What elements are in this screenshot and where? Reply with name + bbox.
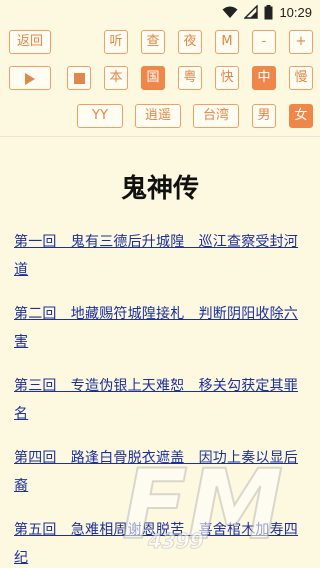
speed-fast-button[interactable]: 快: [215, 66, 239, 90]
voice-taiwan-button[interactable]: 台湾: [193, 104, 239, 128]
speed-medium-button[interactable]: 中: [252, 66, 276, 90]
voice-female-button[interactable]: 女: [289, 104, 313, 128]
stop-icon: [73, 73, 85, 84]
voice-cantonese-button[interactable]: 粤: [178, 66, 202, 90]
stop-button[interactable]: [67, 66, 91, 90]
signal-icon: [244, 5, 259, 19]
chapter-link-5[interactable]: 第五回 急难相周谢恩脱苦 喜舍棺木加寿四纪: [14, 516, 306, 568]
wifi-icon: [222, 6, 238, 18]
play-button[interactable]: [9, 66, 51, 90]
chapter-link-1[interactable]: 第一回 鬼有三德后升城隍 巡江查察受封河道: [14, 228, 306, 284]
speed-slow-button[interactable]: 慢: [289, 66, 313, 90]
voice-local-button[interactable]: 本: [104, 66, 128, 90]
book-title: 鬼神传: [120, 174, 199, 204]
night-mode-button[interactable]: 夜: [178, 30, 202, 54]
voice-yy-button[interactable]: YY: [77, 104, 123, 128]
voice-xiaoyao-button[interactable]: 逍遥: [135, 104, 181, 128]
play-icon: [25, 73, 35, 85]
back-button[interactable]: 返回: [9, 30, 51, 54]
voice-mandarin-button[interactable]: 国: [141, 66, 165, 90]
battery-icon: [264, 4, 273, 19]
chapter-link-2[interactable]: 第二回 地藏赐符城隍接札 判断阴阳收除六害: [14, 300, 306, 356]
listen-button[interactable]: 听: [104, 30, 128, 54]
font-increase-button[interactable]: +: [289, 30, 313, 54]
chapter-link-4[interactable]: 第四回 路逢白骨脱衣遮盖 因功上奏以显后裔: [14, 444, 306, 500]
m-button[interactable]: M: [215, 30, 239, 54]
status-time: 10:29: [279, 4, 312, 20]
chapter-link-3[interactable]: 第三回 专造伪银上天难恕 移关勾获定其罪名: [14, 372, 306, 428]
voice-male-button[interactable]: 男: [252, 104, 276, 128]
divider: [0, 136, 320, 137]
chapter-list: 第一回 鬼有三德后升城隍 巡江查察受封河道 第二回 地藏赐符城隍接札 判断阴阳收…: [14, 228, 306, 568]
status-bar: 10:29: [0, 0, 320, 24]
lookup-button[interactable]: 查: [141, 30, 165, 54]
font-decrease-button[interactable]: -: [252, 30, 276, 54]
